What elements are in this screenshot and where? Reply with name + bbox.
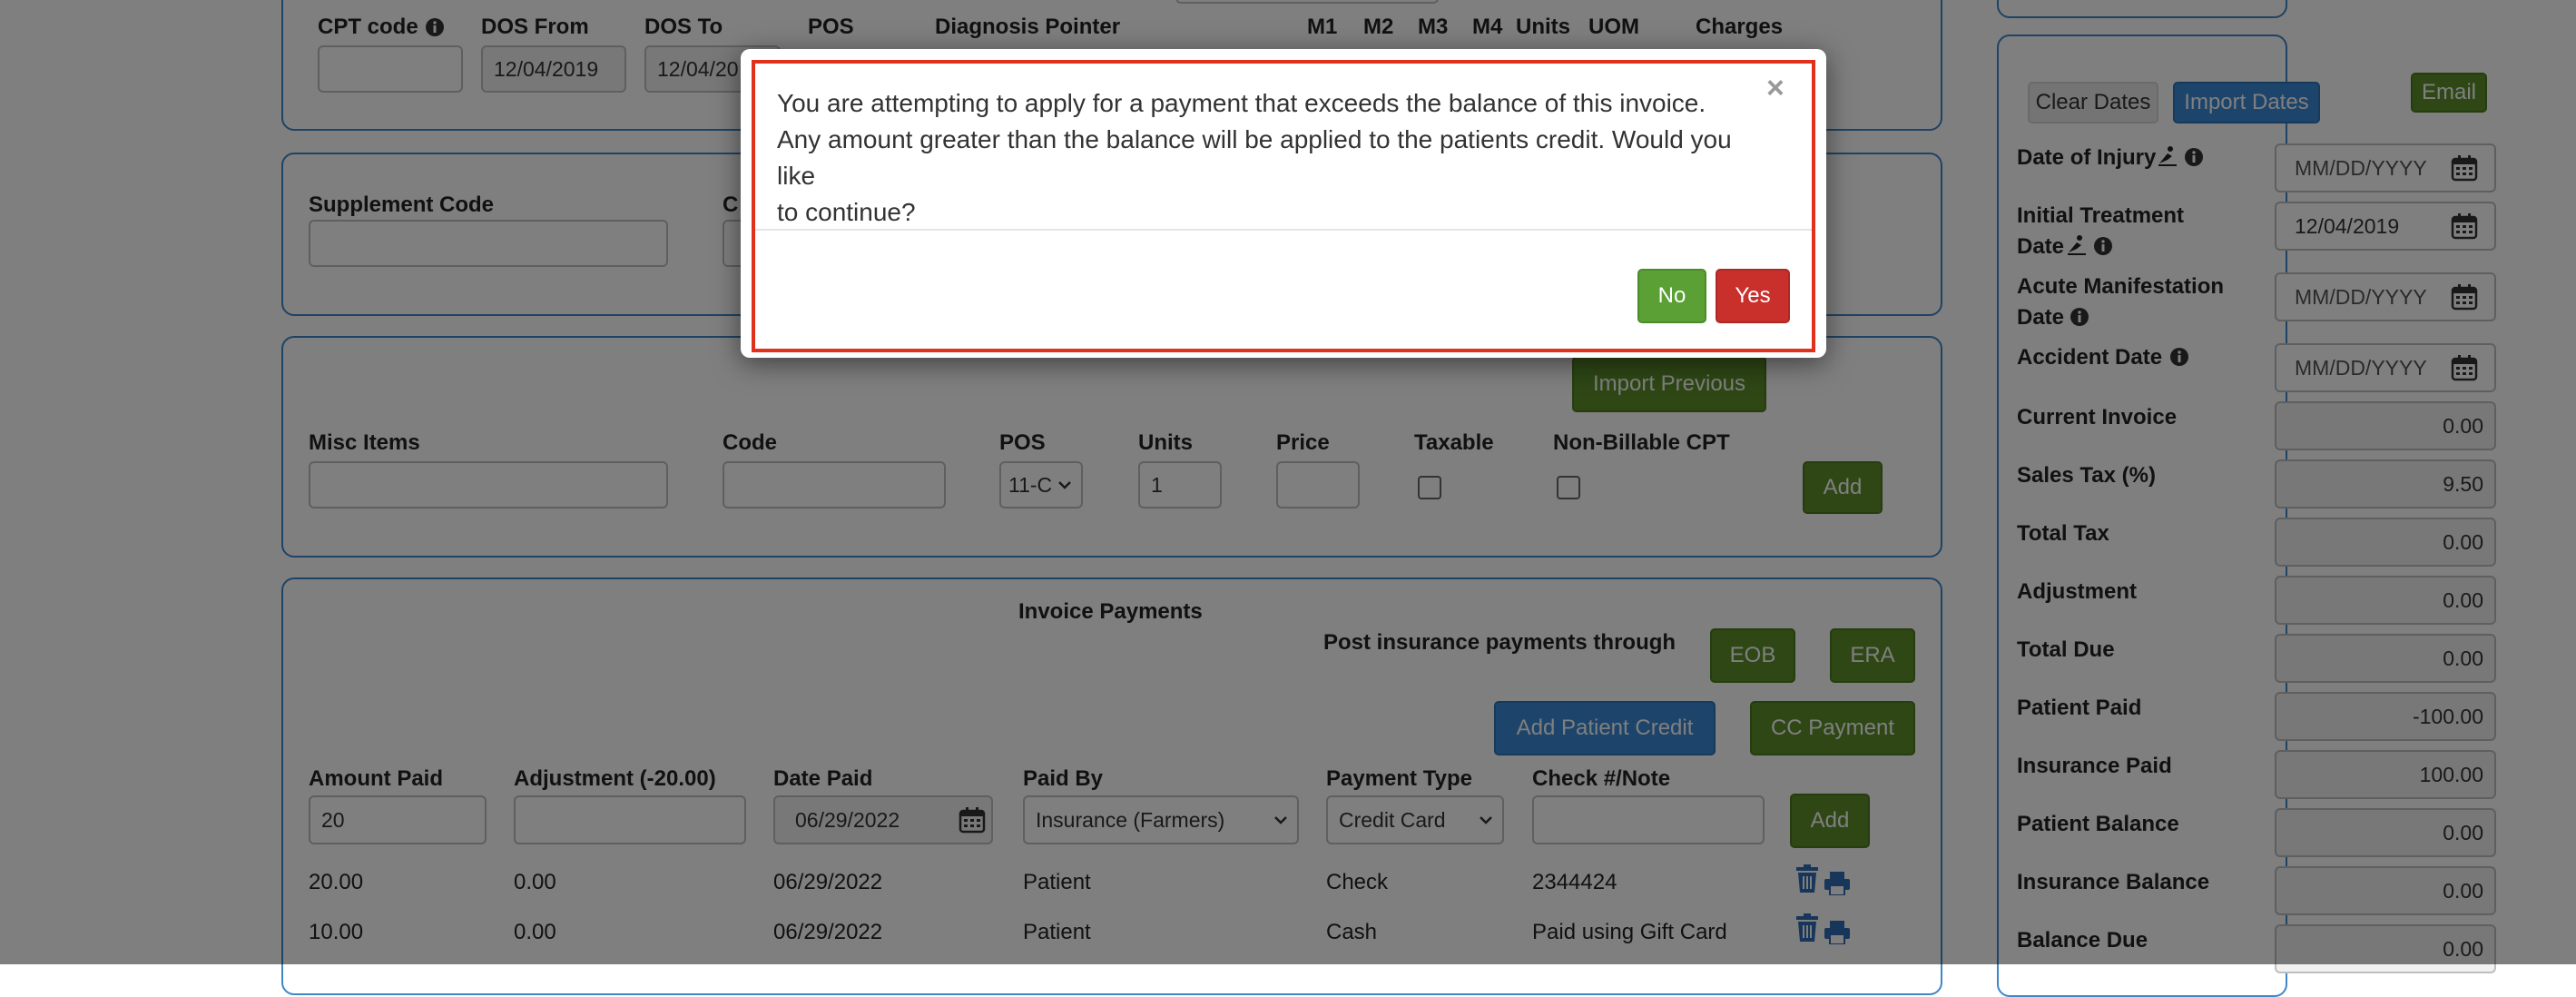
dialog-message-line-1: You are attempting to apply for a paymen…	[777, 89, 1706, 117]
yes-button[interactable]: Yes	[1716, 269, 1790, 323]
dialog-divider	[755, 229, 1812, 231]
close-icon[interactable]: ×	[1766, 71, 1785, 106]
no-button[interactable]: No	[1637, 269, 1706, 323]
confirm-dialog: You are attempting to apply for a paymen…	[741, 49, 1826, 358]
dialog-message: You are attempting to apply for a paymen…	[777, 85, 1775, 231]
dialog-message-line-2: Any amount greater than the balance will…	[777, 125, 1732, 190]
dialog-message-line-3: to continue?	[777, 198, 916, 226]
